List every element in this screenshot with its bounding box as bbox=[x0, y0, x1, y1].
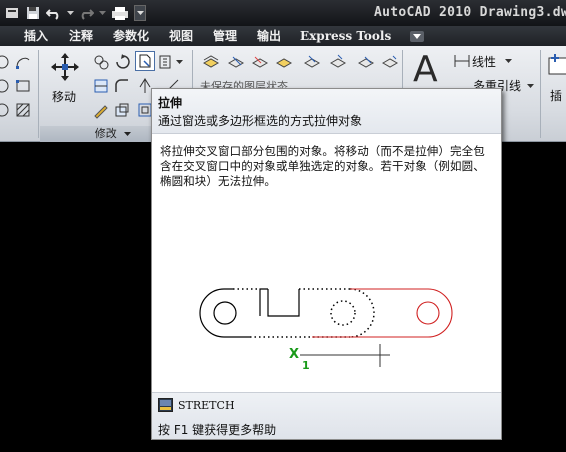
stretch-illustration: X 1 bbox=[152, 195, 501, 391]
layer-tool-8-icon[interactable] bbox=[380, 52, 400, 72]
trim-dropdown-icon[interactable] bbox=[174, 52, 184, 72]
layer-properties-icon[interactable] bbox=[201, 52, 221, 72]
original-part-outline bbox=[199, 288, 300, 338]
tooltip-title: 拉伸 bbox=[158, 96, 183, 110]
hatch-tool-icon[interactable] bbox=[13, 100, 33, 120]
layer-tool-2-icon[interactable] bbox=[226, 52, 246, 72]
layer-tool-3-icon[interactable] bbox=[250, 52, 270, 72]
layer-tool-4-icon[interactable] bbox=[274, 52, 294, 72]
draw-tool-1-icon[interactable] bbox=[0, 52, 12, 72]
arc-tool-icon[interactable] bbox=[13, 52, 33, 72]
tooltip-description: 将拉伸交叉窗口部分包围的对象。将移动（而不是拉伸）完全包含在交叉窗口中的对象或单… bbox=[160, 144, 485, 188]
modify-panel-expand-icon bbox=[124, 132, 132, 136]
insert-block-icon bbox=[548, 54, 566, 75]
menu-view[interactable]: 视图 bbox=[169, 28, 193, 44]
undo-icon[interactable] bbox=[45, 4, 63, 22]
menu-parametric[interactable]: 参数化 bbox=[113, 28, 149, 44]
draw-tool-3-icon[interactable] bbox=[0, 100, 12, 120]
explode-tool-icon[interactable] bbox=[112, 100, 132, 120]
undo-dropdown-icon[interactable] bbox=[66, 4, 74, 22]
command-line-icon bbox=[158, 398, 173, 412]
quick-access-dropdown-icon[interactable] bbox=[134, 5, 146, 21]
menu-output[interactable]: 输出 bbox=[257, 28, 281, 44]
redo-icon[interactable] bbox=[77, 4, 95, 22]
redo-dropdown-icon[interactable] bbox=[98, 4, 106, 22]
move-button[interactable]: 移动 bbox=[46, 52, 84, 108]
layer-tool-7-icon[interactable] bbox=[356, 52, 376, 72]
layer-tool-5-icon[interactable] bbox=[302, 52, 322, 72]
fillet-tool-icon[interactable] bbox=[112, 76, 132, 96]
rotate-tool-icon[interactable] bbox=[112, 52, 132, 72]
app-menu-icon[interactable] bbox=[3, 4, 21, 22]
ribbon-minimize-dropdown-icon[interactable] bbox=[410, 31, 424, 42]
window-title: AutoCAD 2010 Drawing3.dw bbox=[374, 5, 566, 20]
menu-annotate[interactable]: 注释 bbox=[69, 28, 93, 44]
axis-x-label: X bbox=[289, 347, 299, 362]
linear-dimension-icon bbox=[454, 55, 470, 67]
tooltip-header: 拉伸 通过窗选或多边形框选的方式拉伸对象 bbox=[152, 89, 501, 133]
layer-tool-6-icon[interactable] bbox=[328, 52, 348, 72]
rectangle-tool-icon[interactable] bbox=[13, 76, 33, 96]
tooltip-subtitle: 通过窗选或多边形框选的方式拉伸对象 bbox=[158, 114, 363, 128]
text-tool-icon[interactable]: A bbox=[413, 49, 438, 90]
stretch-tooltip: 拉伸 通过窗选或多边形框选的方式拉伸对象 将拉伸交叉窗口部分包围的对象。将移动（… bbox=[151, 88, 502, 440]
crossing-window-dotted bbox=[233, 288, 375, 338]
draw-tool-2-icon[interactable] bbox=[0, 76, 12, 96]
menu-bar: 插入 注释 参数化 视图 管理 输出 Express Tools bbox=[0, 26, 566, 46]
menu-insert[interactable]: 插入 bbox=[24, 28, 48, 44]
save-icon[interactable] bbox=[24, 4, 42, 22]
stretched-result-outline bbox=[312, 288, 453, 338]
mirror-tool-icon[interactable] bbox=[91, 76, 111, 96]
linear-dropdown-icon bbox=[505, 59, 512, 63]
linear-dimension-label: 线性 bbox=[472, 55, 497, 69]
tooltip-footer: STRETCH 按 F1 键获得更多帮助 bbox=[152, 393, 501, 439]
plot-icon[interactable] bbox=[109, 4, 131, 22]
axis-sub-label: 1 bbox=[302, 359, 310, 372]
menu-express-tools[interactable]: Express Tools bbox=[300, 28, 391, 44]
erase-tool-icon[interactable] bbox=[91, 100, 111, 120]
linear-dimension-button[interactable]: 线性 bbox=[454, 52, 534, 70]
modify-panel-title: 修改 bbox=[94, 127, 117, 140]
command-name: STRETCH bbox=[178, 399, 235, 412]
insert-label: 插 bbox=[550, 89, 563, 103]
f1-help-hint: 按 F1 键获得更多帮助 bbox=[158, 423, 277, 437]
move-icon bbox=[51, 53, 79, 81]
copy-tool-icon[interactable] bbox=[91, 52, 111, 72]
trim-tool-icon[interactable] bbox=[156, 52, 176, 72]
insert-block-button[interactable]: 插 bbox=[545, 52, 566, 112]
stretch-tool-icon[interactable] bbox=[135, 51, 155, 71]
title-bar: AutoCAD 2010 Drawing3.dw bbox=[0, 0, 566, 26]
ucs-axis-indicator: X 1 bbox=[289, 344, 390, 372]
move-label: 移动 bbox=[52, 90, 77, 104]
multileader-dropdown-icon bbox=[527, 84, 534, 88]
menu-manage[interactable]: 管理 bbox=[213, 28, 237, 44]
